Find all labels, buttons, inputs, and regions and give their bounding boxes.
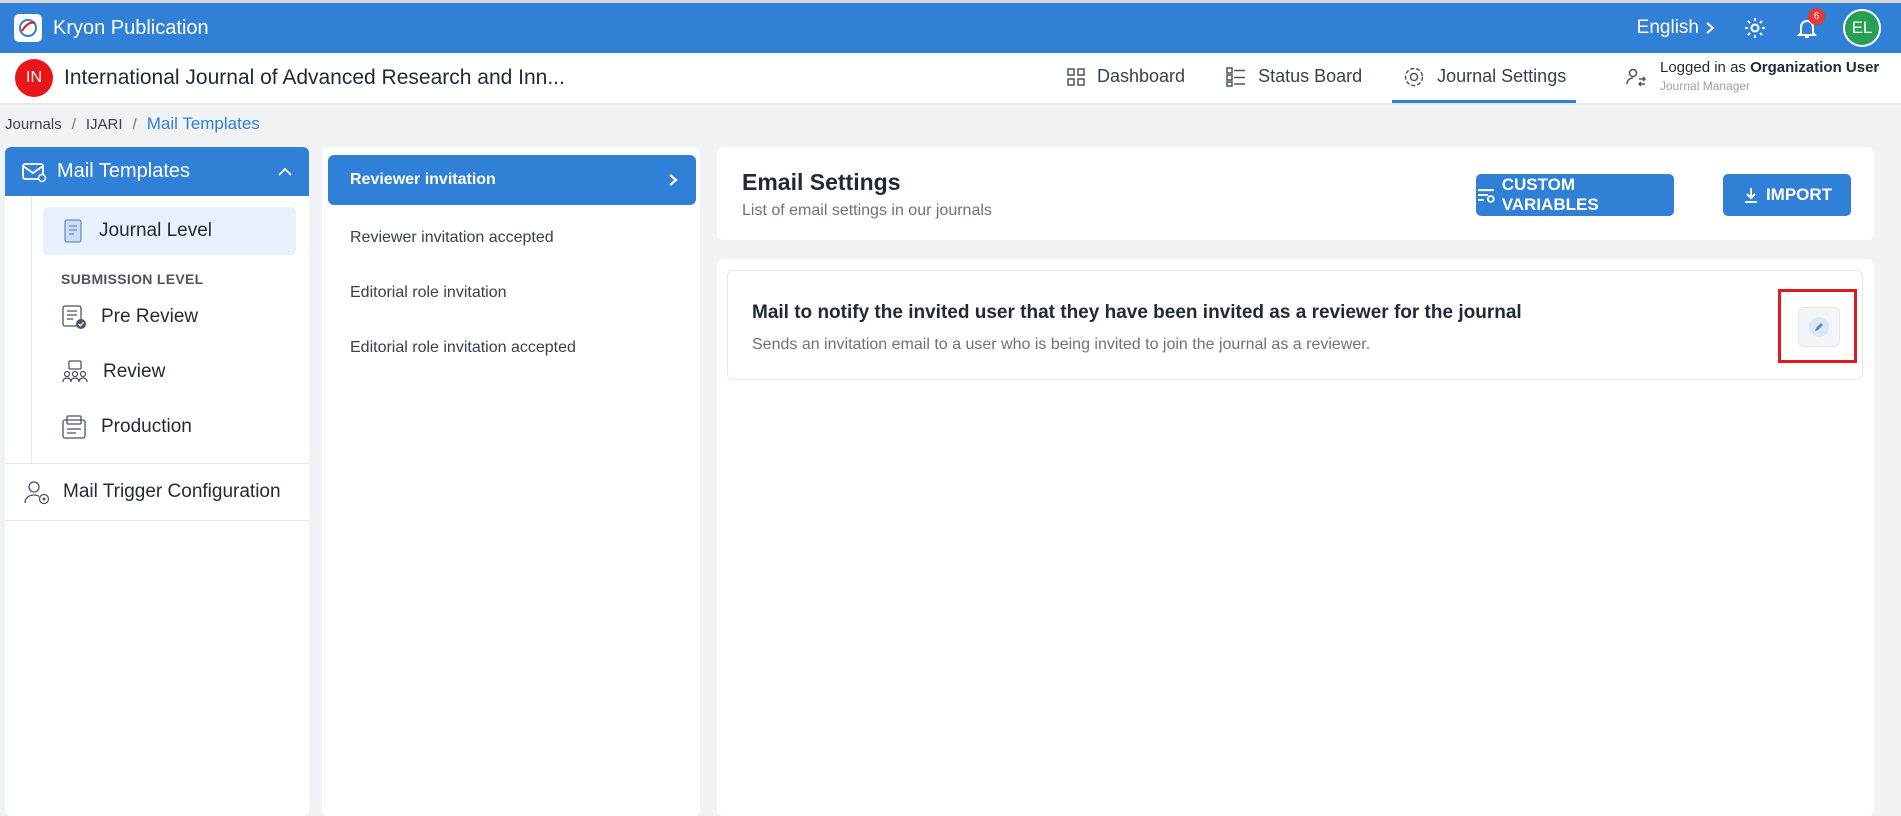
nav-dashboard-label: Dashboard: [1097, 66, 1186, 86]
nav-status-board[interactable]: Status Board: [1215, 53, 1372, 103]
download-icon: [1744, 188, 1757, 203]
mail-icon: [22, 162, 47, 182]
top-app-bar: Kryon Publication English 6 EL: [0, 0, 1901, 53]
template-item-label: Reviewer invitation accepted: [350, 228, 554, 246]
sidebar-tree: Journal Level SUBMISSION LEVEL Pre Revie…: [5, 196, 309, 464]
logged-in-prefix: Logged in as: [1660, 59, 1746, 76]
mail-template-card: Mail to notify the invited user that the…: [727, 270, 1863, 380]
breadcrumb-separator: /: [132, 115, 137, 133]
notification-badge: 6: [1808, 8, 1825, 25]
journal-badge: IN: [15, 59, 53, 97]
user-switch-icon[interactable]: [1624, 65, 1648, 89]
custom-variables-button[interactable]: CUSTOM VARIABLES: [1476, 174, 1674, 216]
sidebar-item-pre-review[interactable]: Pre Review: [43, 293, 296, 341]
email-settings-header: Email Settings List of email settings in…: [717, 147, 1874, 240]
dashboard-grid-icon: [1067, 67, 1085, 86]
chevron-right-icon: [1706, 22, 1715, 34]
sidebar-item-review[interactable]: Review: [43, 348, 296, 396]
chevron-right-icon: [669, 174, 678, 186]
mail-trigger-icon: [24, 481, 50, 505]
logged-in-role: Journal Manager: [1660, 79, 1751, 93]
status-board-icon: [1226, 66, 1246, 87]
journal-header: IN International Journal of Advanced Res…: [0, 53, 1901, 103]
breadcrumb-separator: /: [71, 115, 76, 133]
journal-title: International Journal of Advanced Resear…: [64, 66, 565, 89]
sidebar-item-label: Pre Review: [101, 306, 199, 327]
sidebar-item-label: Review: [103, 361, 166, 382]
breadcrumb-ijari[interactable]: IJARI: [86, 116, 123, 133]
nav-journal-settings[interactable]: Journal Settings: [1392, 53, 1577, 103]
sidebar-item-label: Mail Trigger Configuration: [63, 481, 281, 502]
sidebar-item-mail-trigger[interactable]: Mail Trigger Configuration: [5, 464, 309, 521]
custom-variables-label: CUSTOM VARIABLES: [1501, 175, 1599, 214]
breadcrumb-journals[interactable]: Journals: [5, 116, 62, 133]
import-label: IMPORT: [1765, 185, 1833, 204]
user-avatar[interactable]: EL: [1843, 9, 1881, 47]
template-item-label: Reviewer invitation: [350, 171, 496, 188]
journal-level-icon: [64, 219, 82, 243]
template-item-reviewer-invitation-accepted[interactable]: Reviewer invitation accepted: [328, 210, 696, 265]
template-item-label: Editorial role invitation: [350, 283, 507, 301]
pencil-icon: [1809, 317, 1829, 337]
settings-button[interactable]: [1739, 12, 1771, 44]
mail-template-description: Sends an invitation email to a user who …: [752, 336, 1371, 353]
app-logo-icon[interactable]: [14, 14, 42, 42]
template-item-reviewer-invitation[interactable]: Reviewer invitation: [328, 155, 696, 205]
gear-icon: [1745, 18, 1765, 38]
sidebar-item-journal-level[interactable]: Journal Level: [43, 207, 296, 255]
settings-sidebar: Mail Templates Journal Level SUBMISSION …: [5, 147, 309, 816]
sidebar-mail-templates-header[interactable]: Mail Templates: [5, 147, 309, 196]
chevron-up-icon: [278, 167, 292, 176]
language-label: English: [1636, 17, 1699, 38]
app-title: Kryon Publication: [53, 16, 209, 39]
breadcrumb: Journals / IJARI / Mail Templates: [5, 114, 260, 134]
sidebar-item-production[interactable]: Production: [43, 403, 296, 451]
breadcrumb-mail-templates: Mail Templates: [146, 114, 260, 133]
sidebar-item-label: Production: [101, 416, 192, 437]
pre-review-icon: [62, 305, 86, 329]
mail-template-panel: Mail to notify the invited user that the…: [717, 259, 1874, 816]
logged-in-username: Organization User: [1750, 59, 1880, 76]
mail-template-title: Mail to notify the invited user that the…: [752, 302, 1522, 323]
main-nav: Dashboard Status Board Journal Settings: [1056, 53, 1596, 103]
sidebar-header-label: Mail Templates: [57, 160, 191, 182]
template-item-label: Editorial role invitation accepted: [350, 338, 576, 356]
production-icon: [62, 415, 86, 439]
nav-journal-settings-label: Journal Settings: [1437, 66, 1567, 86]
import-button[interactable]: IMPORT: [1723, 174, 1851, 216]
edit-template-button[interactable]: [1798, 307, 1840, 347]
review-icon: [62, 360, 88, 383]
settings-cog-icon: [1404, 67, 1424, 86]
logged-in-info: Logged in as Organization User Journal M…: [1624, 59, 1879, 93]
page-title: Email Settings: [742, 169, 901, 195]
language-selector[interactable]: English: [1637, 17, 1715, 39]
template-item-editorial-role-invitation-accepted[interactable]: Editorial role invitation accepted: [328, 320, 696, 375]
submission-level-heading: SUBMISSION LEVEL: [61, 271, 204, 287]
filter-list-icon: [1477, 189, 1495, 203]
template-list: Reviewer invitation Reviewer invitation …: [322, 147, 700, 816]
nav-dashboard[interactable]: Dashboard: [1056, 53, 1195, 103]
nav-status-board-label: Status Board: [1258, 66, 1363, 86]
notifications-button[interactable]: 6: [1791, 8, 1825, 44]
sidebar-item-label: Journal Level: [99, 220, 213, 241]
page-subtitle: List of email settings in our journals: [742, 202, 992, 219]
template-item-editorial-role-invitation[interactable]: Editorial role invitation: [328, 265, 696, 320]
